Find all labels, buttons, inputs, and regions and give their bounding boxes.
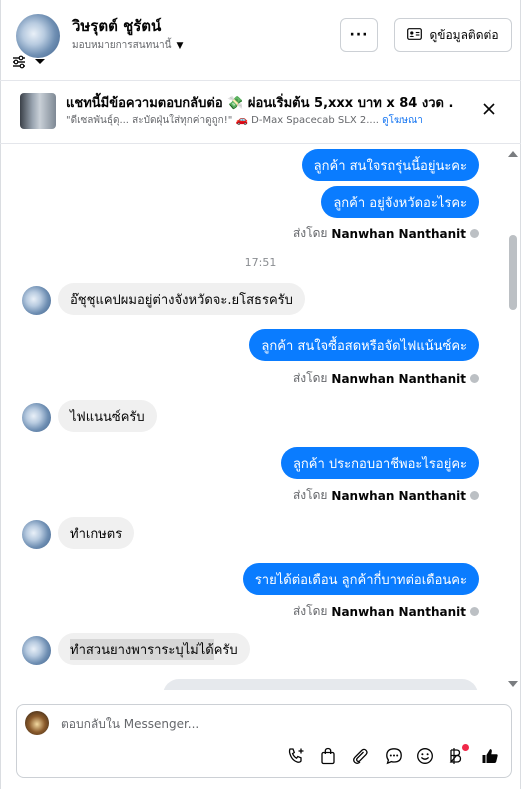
attachment-preview[interactable]: [163, 679, 478, 690]
ad-subtitle: "ดีเซลพันธุ์ดุ... สะบัดฝุ่นใส่ทุกค่าดูถู…: [66, 113, 423, 128]
view-ad-link[interactable]: ดูโฆษณา: [382, 115, 423, 126]
message-list[interactable]: ลูกค้า สนใจรถรุ่นนี้อยู่นะคะ ลูกค้า อยู่…: [0, 145, 521, 690]
assignee-label: มอบหมายการสนทนานี้: [72, 40, 172, 51]
seen-indicator-icon: [470, 491, 479, 500]
timestamp: 17:51: [244, 256, 277, 269]
avatar[interactable]: [22, 520, 51, 549]
outgoing-message[interactable]: ลูกค้า สนใจซื้อสดหรือจัดไฟแน้นซ์คะ: [249, 329, 479, 361]
incoming-message[interactable]: ทำสวนยางพาราระบุไม่ได้ ครับ: [58, 633, 250, 665]
phone-add-icon[interactable]: [286, 746, 306, 766]
sent-by-prefix: ส่งโดย: [292, 488, 328, 502]
paperclip-icon[interactable]: [350, 746, 370, 766]
sent-by-label: ส่งโดย Nanwhan Nanthanit: [293, 486, 479, 505]
scrollbar[interactable]: [505, 148, 519, 690]
sender-name: Nanwhan Nanthanit: [331, 226, 466, 241]
scroll-up-icon[interactable]: [508, 151, 518, 157]
contact-card-icon: [407, 27, 423, 43]
scrollbar-thumb[interactable]: [509, 235, 517, 310]
avatar[interactable]: [22, 403, 51, 432]
ad-title: แชทนี้มีข้อความตอบกลับต่อ 💸 ผ่อนเริ่มต้น…: [66, 96, 454, 111]
sender-name: Nanwhan Nanthanit: [331, 488, 466, 503]
ad-thumbnail[interactable]: [20, 93, 56, 129]
outgoing-message[interactable]: รายได้ต่อเดือน ลูกค้ากี่บาทต่อเดือนคะ: [242, 563, 479, 595]
reply-input[interactable]: [61, 712, 481, 736]
ad-subtitle-text: "ดีเซลพันธุ์ดุ... สะบัดฝุ่นใส่ทุกค่าดูถู…: [66, 115, 379, 126]
bag-icon[interactable]: [318, 746, 338, 766]
outgoing-message[interactable]: ลูกค้า ประกอบอาชีพอะไรอยู่คะ: [280, 447, 479, 479]
incoming-message[interactable]: ทำเกษตร: [58, 517, 135, 549]
sender-name: Nanwhan Nanthanit: [331, 371, 466, 386]
seen-indicator-icon: [470, 607, 479, 616]
sender-name: Nanwhan Nanthanit: [331, 604, 466, 619]
sent-by-prefix: ส่งโดย: [292, 371, 328, 385]
contact-name[interactable]: วิษรุตต์ ชูรัตน์: [72, 14, 161, 38]
selected-text: ทำสวนยางพาราระบุไม่ได้: [70, 638, 214, 660]
avatar[interactable]: [16, 14, 60, 58]
notification-dot: [462, 744, 469, 751]
avatar[interactable]: [22, 286, 51, 315]
sent-by-label: ส่งโดย Nanwhan Nanthanit: [293, 369, 479, 388]
close-icon[interactable]: [480, 100, 498, 118]
more-options-button[interactable]: ···: [340, 18, 378, 52]
incoming-message[interactable]: อ๊ชุชุแคปผมอยู่ต่างจังหวัดจะ.ยโสธรครับ: [58, 283, 305, 315]
contact-info-label: ดูข้อมูลติดต่อ: [429, 27, 499, 42]
seen-indicator-icon: [470, 229, 479, 238]
conversation-header: วิษรุตต์ ชูรัตน์ มอบหมายการสนทนานี้ ▼ ··…: [0, 0, 521, 80]
emoji-icon[interactable]: [415, 746, 435, 766]
filter-control[interactable]: [12, 55, 46, 69]
sent-by-label: ส่งโดย Nanwhan Nanthanit: [293, 224, 479, 243]
assign-conversation-dropdown[interactable]: มอบหมายการสนทนานี้ ▼: [72, 38, 183, 53]
caret-down-icon: ▼: [176, 40, 184, 51]
outgoing-message[interactable]: ลูกค้า สนใจรถรุ่นนี้อยู่นะคะ: [301, 149, 479, 181]
incoming-message[interactable]: ไฟแนนซ์ครับ: [58, 400, 157, 432]
sent-by-prefix: ส่งโดย: [292, 604, 328, 618]
view-contact-info-button[interactable]: ดูข้อมูลติดต่อ: [394, 18, 512, 52]
outgoing-message[interactable]: ลูกค้า อยู่จังหวัดอะไรคะ: [321, 186, 479, 218]
scroll-down-icon[interactable]: [508, 681, 518, 687]
message-text: ครับ: [213, 642, 238, 658]
page-avatar: [25, 711, 49, 735]
chat-bubble-icon[interactable]: [384, 746, 404, 766]
seen-indicator-icon: [470, 374, 479, 383]
sent-by-prefix: ส่งโดย: [292, 226, 328, 240]
chevron-down-icon[interactable]: [34, 58, 46, 66]
thumbs-up-icon[interactable]: [480, 746, 500, 766]
sent-by-label: ส่งโดย Nanwhan Nanthanit: [293, 602, 479, 621]
filter-icon[interactable]: [12, 55, 26, 69]
avatar[interactable]: [22, 636, 51, 665]
